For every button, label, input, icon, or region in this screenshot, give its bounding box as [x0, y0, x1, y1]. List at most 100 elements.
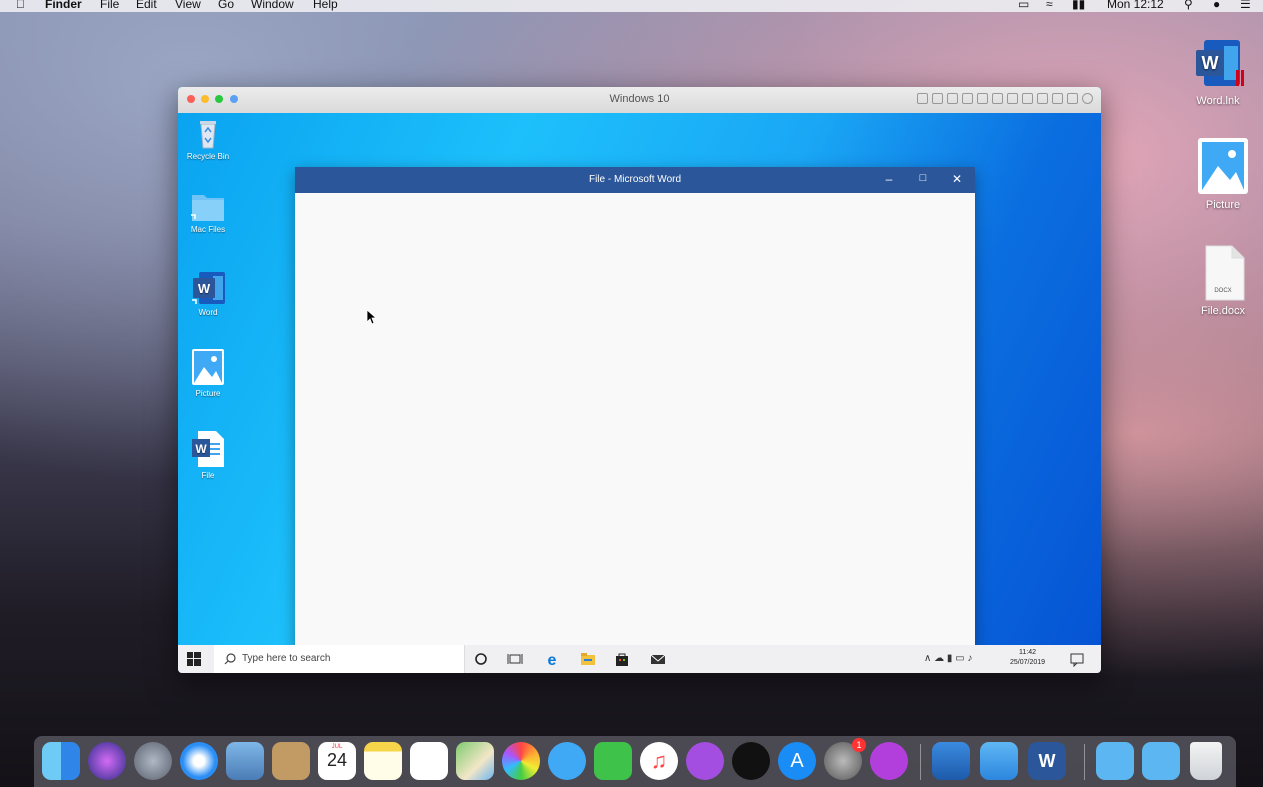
dock-trash-icon[interactable]	[1190, 742, 1222, 780]
system-tray-icons[interactable]: ∧ ☁ ▮ ▭ ♪	[924, 653, 972, 664]
dock-siri-icon[interactable]	[88, 742, 126, 780]
win-picture-label: Picture	[195, 389, 221, 398]
menu-edit[interactable]: Edit	[136, 0, 157, 10]
battery-icon[interactable]: ▮▮	[1072, 0, 1085, 10]
mac-dock: JUL 24 ♫ A 1 W	[34, 736, 1236, 787]
menubar-clock[interactable]: Mon 12:12	[1107, 0, 1164, 10]
mac-desktop-picture[interactable]: Picture	[1188, 136, 1258, 211]
dock-podcasts-icon[interactable]	[686, 742, 724, 780]
task-view-icon[interactable]	[507, 651, 523, 667]
mouse-cursor-icon	[366, 309, 378, 325]
dock-mail-icon[interactable]	[226, 742, 264, 780]
mic-icon[interactable]	[947, 93, 958, 104]
dock-downloads-folder-icon[interactable]	[1096, 742, 1134, 780]
word-loading-area	[295, 193, 975, 651]
volume-icon[interactable]	[1067, 93, 1078, 104]
dock-safari-icon[interactable]	[180, 742, 218, 780]
edge-icon[interactable]: e	[544, 651, 560, 667]
dock-documents-folder-icon[interactable]	[1142, 742, 1180, 780]
word-window[interactable]: File - Microsoft Word – □ ✕	[295, 167, 975, 651]
dock-system-preferences-icon[interactable]: 1	[824, 738, 866, 780]
file-explorer-icon[interactable]	[580, 651, 596, 667]
video-icon[interactable]	[1037, 93, 1048, 104]
mail-icon[interactable]	[650, 651, 666, 667]
folder-icon	[191, 195, 224, 221]
camera-icon[interactable]	[932, 93, 943, 104]
menu-finder[interactable]: Finder	[45, 0, 82, 10]
dock-windows-icon[interactable]	[980, 742, 1018, 780]
word-window-title: File - Microsoft Word	[588, 174, 682, 185]
taskbar-time: 11:42	[1019, 649, 1037, 656]
calendar-day: 24	[326, 750, 348, 770]
win-recycle-bin[interactable]: Recycle Bin	[178, 118, 238, 161]
dock-reminders-icon[interactable]	[410, 742, 448, 780]
windows-start-icon[interactable]	[186, 651, 202, 667]
mac-desktop-word-lnk[interactable]: W Word.lnk	[1183, 38, 1253, 107]
notification-center-icon[interactable]: ☰	[1240, 0, 1251, 10]
picture-icon	[1198, 138, 1248, 194]
sound-icon[interactable]	[992, 93, 1003, 104]
menu-help[interactable]: Help	[313, 0, 338, 10]
printer-icon[interactable]	[1022, 93, 1033, 104]
recycle-bin-icon	[200, 121, 216, 149]
dock-photos-icon[interactable]	[502, 742, 540, 780]
action-center-icon[interactable]	[1069, 651, 1085, 667]
spotlight-icon[interactable]: ⚲	[1184, 0, 1193, 10]
menu-file[interactable]: File	[100, 0, 119, 10]
cd-icon[interactable]	[962, 93, 973, 104]
windows-taskbar: Type here to search e ∧ ☁ ▮ ▭ ♪ 11:42 25…	[178, 645, 1101, 673]
dock-music-icon[interactable]: ♫	[640, 742, 678, 780]
windows-vm-window[interactable]: Windows 10 Recycle Bin Mac Files W Word …	[178, 87, 1101, 673]
sysprefs-badge: 1	[852, 738, 866, 752]
store-icon[interactable]	[614, 651, 630, 667]
menu-view[interactable]: View	[175, 0, 201, 10]
word-maximize-button[interactable]: □	[913, 172, 933, 184]
dock-tv-icon[interactable]	[732, 742, 770, 780]
win-picture[interactable]: Picture	[178, 347, 238, 398]
win-word-shortcut[interactable]: W Word	[178, 270, 238, 317]
svg-text:W: W	[195, 442, 207, 456]
word-titlebar[interactable]: File - Microsoft Word – □ ✕	[295, 167, 975, 193]
win-file[interactable]: W File	[178, 429, 238, 480]
user-icon[interactable]: ●	[1213, 0, 1220, 10]
vm-titlebar[interactable]: Windows 10	[178, 87, 1101, 113]
dock-maps-icon[interactable]	[456, 742, 494, 780]
menu-window[interactable]: Window	[251, 0, 294, 10]
apple-menu-icon[interactable]: 	[16, 0, 25, 10]
mac-desktop-file-docx[interactable]: DOCX File.docx	[1188, 244, 1258, 317]
dock-messages-icon[interactable]	[548, 742, 586, 780]
network-icon[interactable]	[977, 93, 988, 104]
taskbar-search-box[interactable]: Type here to search	[214, 645, 465, 673]
win-mac-files[interactable]: Mac Files	[178, 189, 238, 234]
dock-contacts-icon[interactable]	[272, 742, 310, 780]
dock-notes-icon[interactable]	[364, 742, 402, 780]
dock-word-icon[interactable]: W	[1028, 742, 1066, 780]
word-doc-icon: W	[192, 431, 224, 467]
dock-facetime-icon[interactable]	[594, 742, 632, 780]
dock-finder-icon[interactable]	[42, 742, 80, 780]
cortana-icon[interactable]	[473, 651, 489, 667]
dock-feedback-assistant-icon[interactable]	[870, 742, 908, 780]
dock-app-store-icon[interactable]: A	[778, 742, 816, 780]
search-icon	[224, 653, 236, 665]
svg-text:W: W	[198, 281, 211, 296]
gear-icon[interactable]	[1082, 93, 1093, 104]
word-icon: W	[192, 272, 225, 304]
keyboard-icon[interactable]	[917, 93, 928, 104]
airplay-icon[interactable]: ▭	[1018, 0, 1029, 10]
windows-desktop[interactable]: Recycle Bin Mac Files W Word Picture W F…	[178, 113, 1101, 651]
word-minimize-button[interactable]: –	[879, 172, 899, 186]
svg-text:e: e	[548, 652, 557, 667]
word-close-button[interactable]: ✕	[947, 172, 967, 186]
dock-launchpad-icon[interactable]	[134, 742, 172, 780]
share-icon[interactable]	[1052, 93, 1063, 104]
wifi-icon[interactable]: ≈	[1046, 0, 1053, 10]
win-word-label: Word	[198, 308, 218, 317]
taskbar-clock[interactable]: 11:42 25/07/2019	[1010, 648, 1045, 668]
menu-go[interactable]: Go	[218, 0, 234, 10]
dock-calendar-icon[interactable]: JUL 24	[318, 742, 356, 780]
usb-icon[interactable]	[1007, 93, 1018, 104]
dock-parallels-icon[interactable]	[932, 742, 970, 780]
win-file-label: File	[201, 471, 215, 480]
svg-text:W: W	[1202, 53, 1219, 73]
